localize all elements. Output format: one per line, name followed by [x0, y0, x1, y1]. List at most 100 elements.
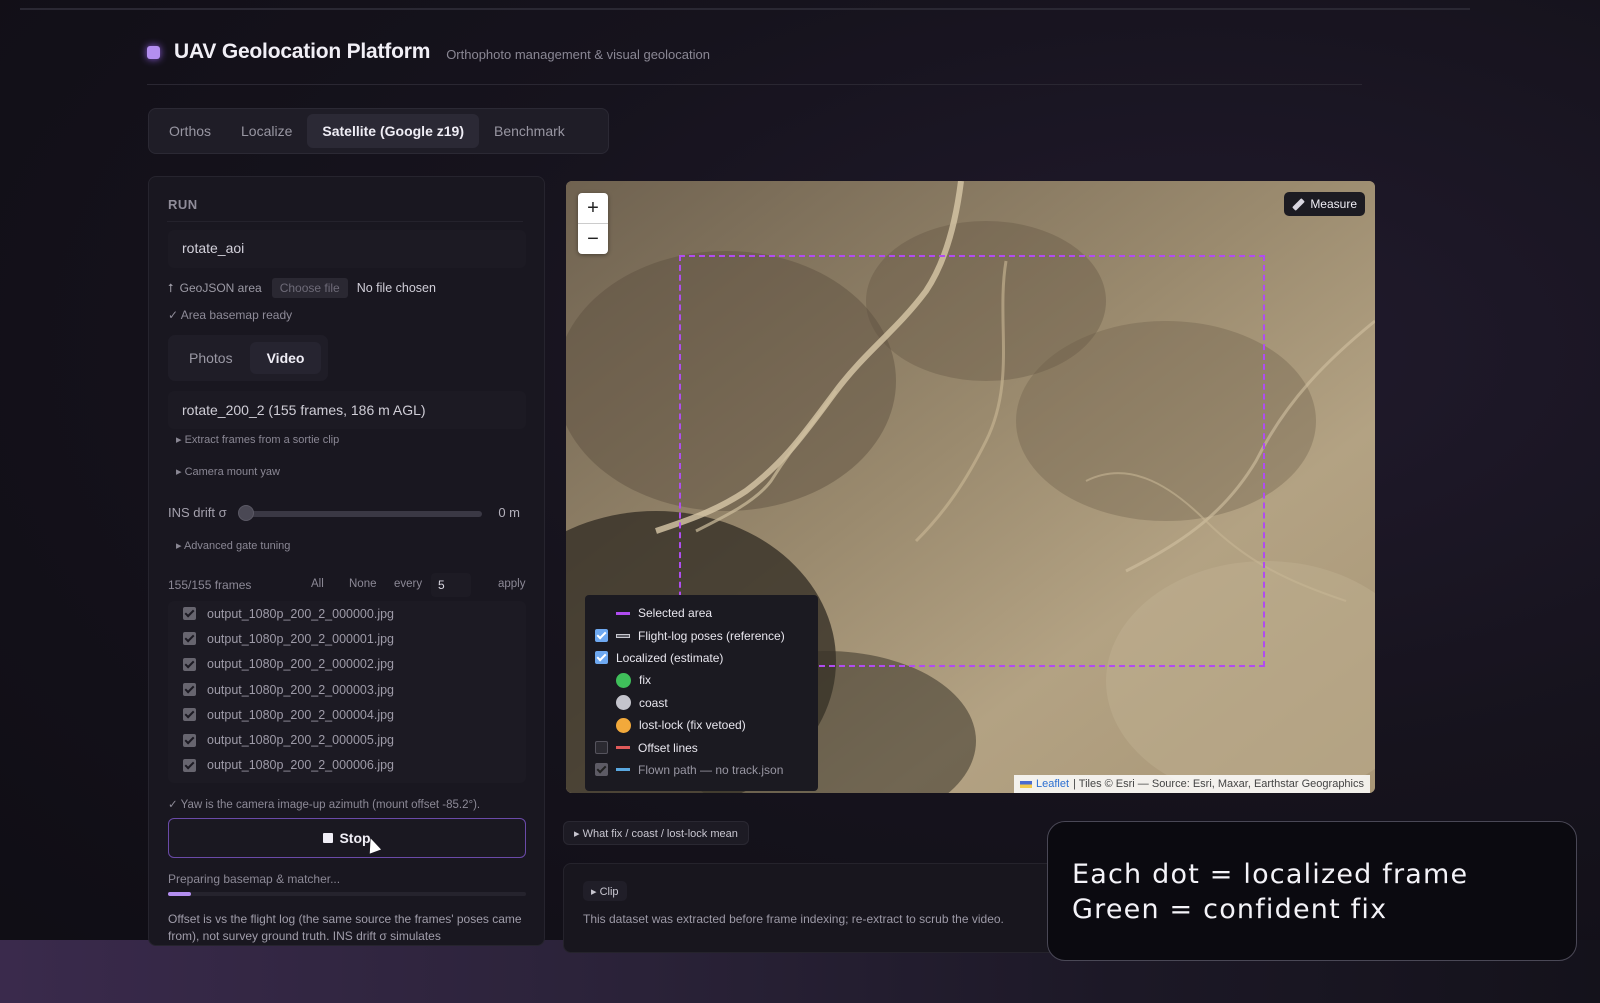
checkbox[interactable] [183, 632, 196, 646]
stop-button[interactable]: Stop [168, 818, 526, 858]
legend-swatch [616, 746, 630, 750]
page-subtitle: Orthophoto management & visual geolocati… [446, 46, 710, 62]
legend-item-localized[interactable]: Localized (estimate) [595, 647, 808, 669]
map-legend: Selected area Flight-log poses (referenc… [585, 595, 818, 791]
ruler-icon [1292, 197, 1306, 211]
apply-button[interactable]: apply [498, 578, 526, 590]
ins-drift-value: 0 m [498, 505, 520, 520]
zoom-out-button[interactable]: − [578, 224, 608, 254]
file-name: output_1080p_200_2_000005.jpg [207, 733, 394, 748]
caption-overlay: Each dot = localized frame Green = confi… [1047, 821, 1577, 961]
clip-note: This dataset was extracted before frame … [583, 912, 1004, 926]
ins-drift-slider[interactable] [246, 511, 482, 517]
file-name: output_1080p_200_2_000004.jpg [207, 707, 394, 722]
camera-yaw-toggle[interactable]: ▸ Camera mount yaw [176, 465, 280, 478]
video-select[interactable]: rotate_200_2 (155 frames, 186 m AGL) [168, 391, 526, 429]
file-status: No file chosen [356, 281, 436, 295]
zoom-in-button[interactable]: + [578, 193, 608, 223]
geojson-row: ⭡ GeoJSON area Choose file No file chose… [168, 278, 436, 298]
legend-swatch [616, 611, 630, 615]
legend-help-toggle[interactable]: ▸ What fix / coast / lost-lock mean [563, 821, 749, 845]
yaw-note: ✓ Yaw is the camera image-up azimuth (mo… [168, 799, 481, 811]
progress-bar [168, 892, 526, 896]
ins-drift-row: INS drift σ 0 m [168, 503, 526, 523]
list-item[interactable]: output_1080p_200_2_000004.jpg [168, 702, 526, 727]
run-divider [167, 221, 523, 222]
legend-item-flight-log[interactable]: Flight-log poses (reference) [595, 624, 808, 646]
legend-item-flown-path[interactable]: Flown path — no track.json [595, 759, 808, 781]
every-input[interactable]: 5 [431, 573, 471, 597]
checkbox[interactable] [183, 758, 196, 772]
select-none-button[interactable]: None [349, 578, 377, 590]
list-item[interactable]: output_1080p_200_2_000006.jpg [168, 753, 526, 778]
gate-tuning-toggle[interactable]: ▸ Advanced gate tuning [176, 539, 290, 552]
extract-frames-toggle[interactable]: ▸ Extract frames from a sortie clip [176, 433, 339, 446]
app-window: UAV Geolocation Platform Orthophoto mana… [0, 0, 1600, 953]
zoom-control: + − [578, 193, 608, 254]
list-item[interactable]: output_1080p_200_2_000000.jpg [168, 601, 526, 626]
progress-status: Preparing basemap & matcher... [168, 872, 341, 886]
tab-localize[interactable]: Localize [226, 114, 307, 148]
offset-note: Offset is vs the flight log (the same so… [168, 912, 522, 943]
list-item[interactable]: output_1080p_200_2_000002.jpg [168, 652, 526, 677]
logo-icon [147, 45, 160, 59]
ins-drift-handle[interactable] [238, 505, 254, 521]
checkbox[interactable] [183, 683, 196, 697]
caption-line-1: Each dot = localized frame [1072, 859, 1469, 890]
frame-count: 155/155 frames [168, 578, 252, 592]
measure-button[interactable]: Measure [1284, 192, 1365, 216]
checkbox[interactable] [595, 651, 608, 665]
legend-label: Offset lines [638, 740, 698, 755]
legend-swatch [616, 768, 630, 772]
measure-label: Measure [1310, 197, 1357, 211]
legend-label: lost-lock (fix vetoed) [639, 718, 746, 733]
tab-satellite[interactable]: Satellite (Google z19) [307, 114, 479, 148]
run-panel: RUN rotate_aoi ⭡ GeoJSON area Choose fil… [148, 176, 545, 946]
checkbox[interactable] [595, 763, 608, 777]
choose-file-button[interactable]: Choose file [271, 278, 348, 298]
file-name: output_1080p_200_2_000006.jpg [207, 758, 394, 773]
legend-item-lost-lock: lost-lock (fix vetoed) [595, 714, 808, 736]
checkbox[interactable] [183, 607, 196, 621]
page-title: UAV Geolocation Platform [174, 40, 431, 63]
map-attribution: Leaflet | Tiles © Esri — Source: Esri, M… [1014, 775, 1370, 793]
ins-drift-label: INS drift σ [168, 505, 227, 520]
checkbox[interactable] [183, 733, 196, 747]
coast-dot-icon [616, 695, 631, 711]
list-item[interactable]: output_1080p_200_2_000003.jpg [168, 677, 526, 702]
list-item[interactable]: output_1080p_200_2_000001.jpg [168, 626, 526, 651]
checkbox[interactable] [183, 708, 196, 722]
fix-dot-icon [616, 672, 631, 688]
tab-photos[interactable]: Photos [172, 342, 250, 374]
app-header: UAV Geolocation Platform Orthophoto mana… [147, 40, 710, 64]
flag-icon [1020, 780, 1033, 788]
legend-item-offset-lines[interactable]: Offset lines [595, 736, 808, 758]
frame-selection-row: 155/155 frames All None every 5 apply [168, 573, 526, 597]
lost-lock-dot-icon [616, 717, 631, 733]
stop-icon [323, 833, 334, 843]
map-view[interactable]: + − Measure Selected area Flight-log pos… [566, 181, 1375, 793]
legend-label: Selected area [638, 606, 713, 621]
file-name: output_1080p_200_2_000001.jpg [207, 631, 394, 646]
list-item[interactable]: output_1080p_200_2_000005.jpg [168, 727, 526, 752]
file-name: output_1080p_200_2_000002.jpg [207, 657, 394, 672]
checkbox[interactable] [595, 629, 608, 643]
source-tabs: Photos Video [168, 335, 328, 381]
clip-toggle[interactable]: ▸ Clip [583, 881, 627, 901]
checkbox[interactable] [595, 741, 608, 755]
legend-label: Localized (estimate) [616, 650, 724, 665]
legend-label: fix [639, 673, 651, 688]
progress-fill [168, 892, 192, 896]
legend-swatch [616, 633, 630, 638]
tab-benchmark[interactable]: Benchmark [479, 114, 580, 148]
tab-video[interactable]: Video [249, 342, 322, 374]
run-select[interactable]: rotate_aoi [168, 230, 526, 268]
attribution-text: | Tiles © Esri — Source: Esri, Maxar, Ea… [1073, 778, 1364, 790]
main-tabs: Orthos Localize Satellite (Google z19) B… [148, 108, 609, 154]
run-section-label: RUN [168, 197, 198, 212]
tab-orthos[interactable]: Orthos [154, 114, 226, 148]
select-all-button[interactable]: All [311, 578, 324, 590]
checkbox[interactable] [183, 657, 196, 671]
leaflet-link[interactable]: Leaflet [1036, 778, 1069, 790]
file-name: output_1080p_200_2_000000.jpg [207, 606, 394, 621]
